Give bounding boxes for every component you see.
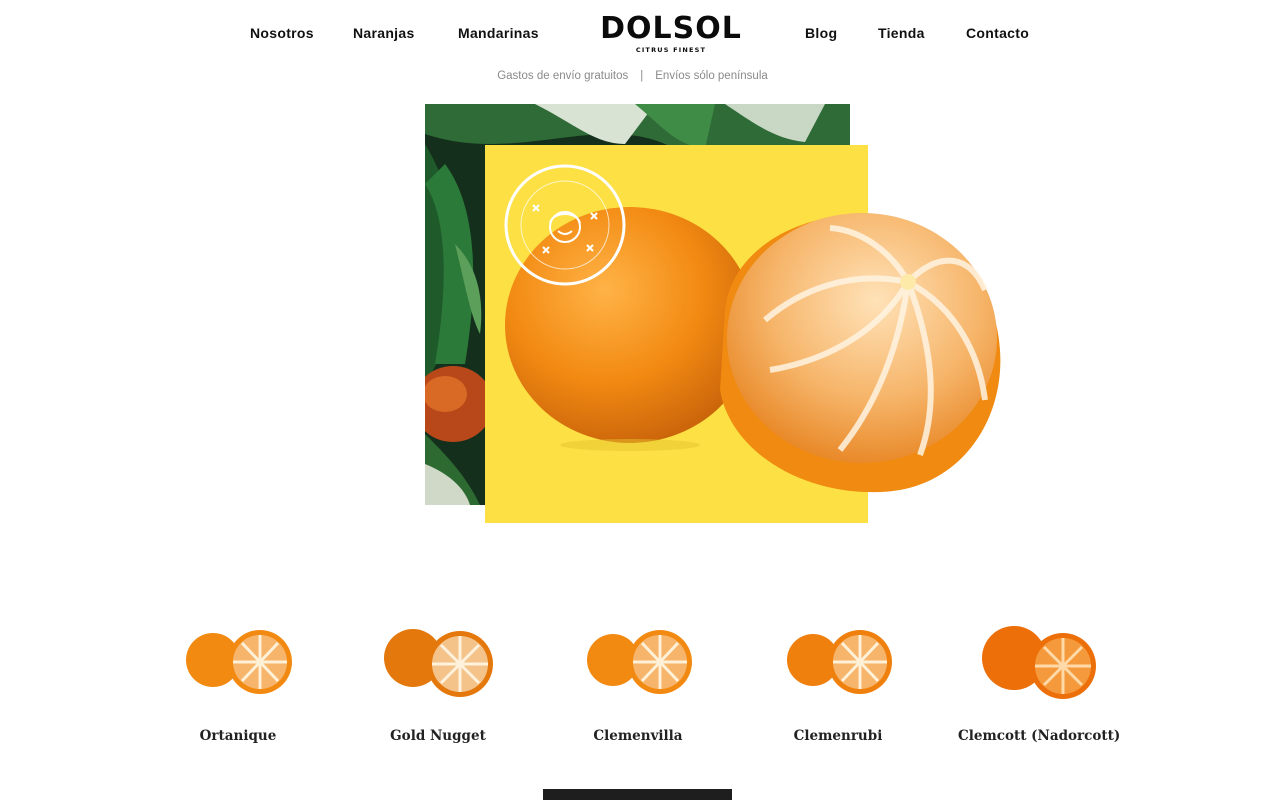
product-clemenrubi[interactable]: Clemenrubi bbox=[758, 620, 918, 744]
nav-contacto[interactable]: Contacto bbox=[966, 25, 1029, 41]
product-name: Ortanique bbox=[199, 728, 277, 744]
nav-nosotros[interactable]: Nosotros bbox=[250, 25, 314, 41]
kids-stamp-icon bbox=[503, 163, 627, 287]
view-all-button[interactable] bbox=[543, 789, 732, 800]
product-name: Clemenrubi bbox=[793, 728, 883, 744]
nav-blog[interactable]: Blog bbox=[805, 25, 837, 41]
mandarin-thumb-icon bbox=[982, 626, 1096, 699]
mandarin-thumb-icon bbox=[384, 629, 493, 697]
logo[interactable]: DOLSOL CITRUS FINEST bbox=[597, 11, 745, 55]
nav-mandarinas[interactable]: Mandarinas bbox=[458, 25, 539, 41]
nav-tienda[interactable]: Tienda bbox=[878, 25, 925, 41]
nav-naranjas[interactable]: Naranjas bbox=[353, 25, 415, 41]
mandarin-thumb-icon bbox=[587, 630, 692, 694]
product-clemcott[interactable]: Clemcott (Nadorcott) bbox=[958, 620, 1121, 744]
mandarin-thumb-icon bbox=[186, 630, 292, 694]
product-name: Gold Nugget bbox=[390, 728, 486, 744]
product-name: Clemcott (Nadorcott) bbox=[958, 728, 1121, 744]
peninsula-shipping-text: Envíos sólo península bbox=[655, 70, 768, 82]
product-name: Clemenvilla bbox=[593, 728, 683, 744]
mandarin-thumb-icon bbox=[787, 630, 892, 694]
product-gold-nugget[interactable]: Gold Nugget bbox=[358, 620, 518, 744]
logo-tagline: CITRUS FINEST bbox=[635, 46, 707, 54]
shipping-notice: Gastos de envío gratuitos | Envíos sólo pe… bbox=[0, 70, 1265, 82]
separator: | bbox=[640, 70, 644, 82]
product-ortanique[interactable]: Ortanique bbox=[158, 620, 318, 744]
product-list: Ortanique Gold Nugget Clemenvilla Clemen… bbox=[0, 620, 1265, 760]
free-shipping-text: Gastos de envío gratuitos bbox=[497, 70, 629, 82]
logo-wordmark: DOLSOL bbox=[600, 11, 742, 46]
product-clemenvilla[interactable]: Clemenvilla bbox=[558, 620, 718, 744]
